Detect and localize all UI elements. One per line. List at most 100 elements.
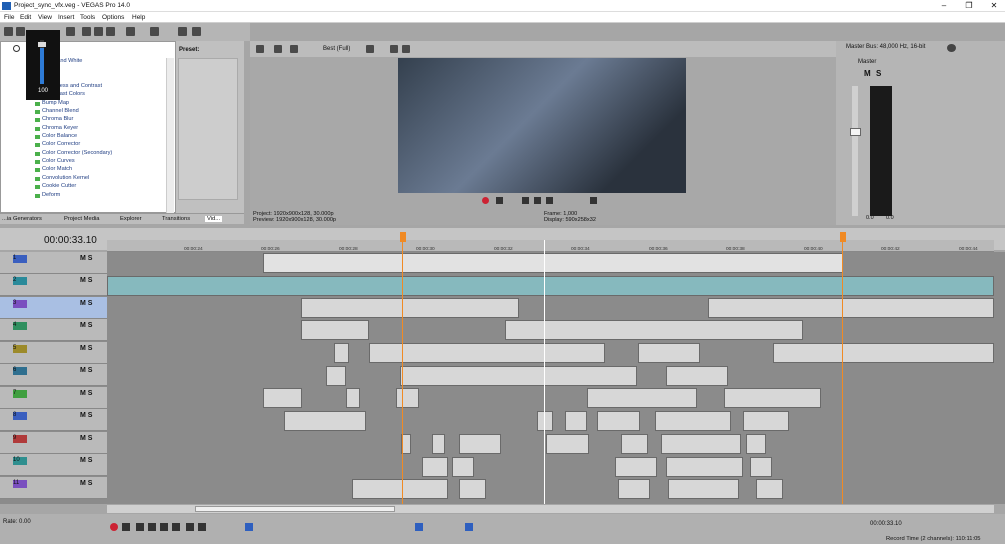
tab-transitions[interactable]: Transitions — [162, 216, 190, 222]
timecode-display[interactable]: 00:00:33.10 — [44, 235, 97, 246]
track-header[interactable]: 6 M S — [0, 364, 107, 387]
event-clip[interactable] — [587, 388, 697, 408]
time-ruler[interactable] — [107, 240, 994, 252]
track-header[interactable]: 9 M S — [0, 432, 107, 455]
play-icon[interactable] — [522, 197, 529, 204]
list-item[interactable]: Cookie Cutter — [35, 183, 112, 191]
save-snapshot-icon[interactable] — [402, 45, 410, 53]
preview-settings-icon[interactable] — [256, 45, 264, 53]
cut-icon[interactable] — [82, 27, 91, 36]
event-clip[interactable] — [459, 434, 501, 454]
mute-solo[interactable]: M S — [80, 435, 92, 442]
event-clip[interactable] — [369, 343, 605, 363]
track-header[interactable]: 1 M S — [0, 252, 107, 275]
event-clip[interactable] — [666, 366, 728, 386]
playhead-cursor[interactable] — [544, 240, 545, 504]
list-item[interactable]: Channel Blend — [35, 108, 112, 116]
track-header[interactable]: 10 M S — [0, 454, 107, 477]
event-clip[interactable] — [537, 411, 553, 431]
region-marker-start[interactable] — [400, 232, 406, 242]
event-clip[interactable] — [263, 388, 302, 408]
normal-edit-tool-icon[interactable] — [245, 523, 253, 531]
event-clip[interactable] — [666, 457, 743, 477]
event-clip[interactable] — [638, 343, 700, 363]
volume-slider-handle[interactable] — [38, 42, 46, 47]
event-clip[interactable] — [615, 457, 657, 477]
event-clip[interactable] — [301, 320, 369, 340]
event-clip[interactable] — [334, 343, 349, 363]
event-clip[interactable] — [546, 434, 589, 454]
search-icon[interactable] — [13, 45, 20, 52]
list-item[interactable]: Color Corrector (Secondary) — [35, 150, 112, 158]
list-item[interactable]: Chroma Keyer — [35, 125, 112, 133]
menu-help[interactable]: Help — [132, 14, 145, 21]
list-item[interactable]: Chroma Blur — [35, 116, 112, 124]
preview-quality-select[interactable]: Best (Full) — [323, 46, 350, 52]
list-item[interactable]: Convolution Kernel — [35, 175, 112, 183]
event-clip[interactable] — [655, 411, 731, 431]
new-icon[interactable] — [4, 27, 13, 36]
overlay-icon[interactable] — [290, 45, 298, 53]
event-clip[interactable] — [565, 411, 587, 431]
go-to-end-icon[interactable] — [198, 523, 206, 531]
stop-icon[interactable] — [546, 197, 553, 204]
maximize-icon[interactable]: ❐ — [962, 1, 976, 11]
event-clip[interactable] — [400, 366, 637, 386]
menu-options[interactable]: Options — [102, 14, 124, 21]
help-icon[interactable] — [192, 27, 201, 36]
paste-icon[interactable] — [106, 27, 115, 36]
grid-icon[interactable] — [366, 45, 374, 53]
event-clip[interactable] — [618, 479, 650, 499]
split-screen-icon[interactable] — [274, 45, 282, 53]
event-clip[interactable] — [505, 320, 803, 340]
track-header[interactable]: 8 M S — [0, 409, 107, 432]
event-clip[interactable] — [326, 366, 346, 386]
list-item[interactable]: Color Corrector — [35, 141, 112, 149]
scrollbar-thumb[interactable] — [195, 506, 395, 512]
mute-solo[interactable]: M S — [80, 390, 92, 397]
play-from-start-icon[interactable] — [136, 523, 144, 531]
event-clip[interactable] — [750, 457, 772, 477]
master-fader-handle[interactable] — [850, 128, 861, 136]
snapping-icon[interactable] — [415, 523, 423, 531]
mute-solo[interactable]: M S — [80, 300, 92, 307]
tab-video-fx[interactable]: Vid... — [205, 216, 223, 222]
redo-icon[interactable] — [150, 27, 159, 36]
tab-explorer[interactable]: Explorer — [120, 216, 142, 222]
track-header[interactable]: 7 M S — [0, 387, 107, 410]
region-marker-end[interactable] — [840, 232, 846, 242]
volume-popup[interactable]: 100 — [26, 30, 60, 100]
list-item[interactable]: Color Match — [35, 166, 112, 174]
event-clip[interactable] — [352, 479, 448, 499]
event-clip[interactable] — [724, 388, 821, 408]
record-icon[interactable] — [482, 197, 489, 204]
menu-insert[interactable]: Insert — [58, 14, 74, 21]
loop-playback-icon[interactable] — [122, 523, 130, 531]
event-clip[interactable] — [301, 298, 519, 318]
fx-list-scrollbar[interactable] — [166, 58, 174, 214]
mute-solo[interactable]: M S — [80, 367, 92, 374]
list-item[interactable]: Color Balance — [35, 133, 112, 141]
event-clip[interactable] — [346, 388, 360, 408]
menu-tools[interactable]: Tools — [80, 14, 95, 21]
event-clip[interactable] — [756, 479, 783, 499]
track-header[interactable]: 3 M S — [0, 297, 107, 320]
minimize-icon[interactable]: – — [937, 1, 951, 11]
tab-media-generators[interactable]: ...ia Generators — [2, 216, 42, 222]
track-header[interactable]: 4 M S — [0, 319, 107, 342]
menu-view[interactable]: View — [38, 14, 52, 21]
record-button-icon[interactable] — [110, 523, 118, 531]
event-clip[interactable] — [422, 457, 448, 477]
undo-icon[interactable] — [126, 27, 135, 36]
play-button-icon[interactable] — [148, 523, 156, 531]
audio-waveform[interactable] — [107, 276, 994, 296]
loop-icon[interactable] — [496, 197, 503, 204]
track-header[interactable]: 2 M S — [0, 274, 107, 297]
auto-ripple-icon[interactable] — [465, 523, 473, 531]
open-icon[interactable] — [16, 27, 25, 36]
event-clip[interactable] — [452, 457, 474, 477]
mute-solo[interactable]: M S — [80, 457, 92, 464]
copy-snapshot-icon[interactable] — [390, 45, 398, 53]
pause-button-icon[interactable] — [160, 523, 168, 531]
event-clip[interactable] — [708, 298, 994, 318]
